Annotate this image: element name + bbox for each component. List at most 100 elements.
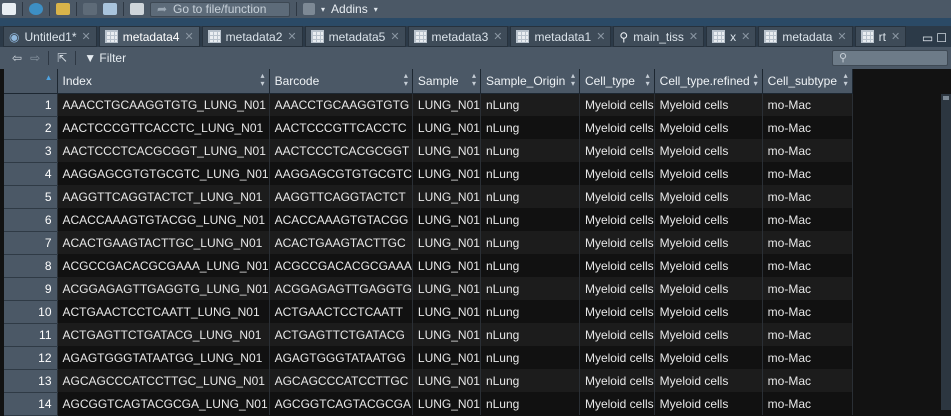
column-header-index[interactable]: Index ▴ ▾ — [57, 69, 270, 94]
tab-metadata2[interactable]: metadata2 ✕ — [201, 26, 303, 47]
table-cell[interactable]: ACGCCGACACGCGAAA — [269, 254, 413, 277]
table-cell[interactable]: mo-Mac — [762, 208, 853, 231]
table-cell[interactable]: mo-Mac — [762, 346, 853, 369]
close-icon[interactable]: ✕ — [596, 30, 605, 43]
sort-icon[interactable]: ▴ ▾ — [646, 72, 650, 88]
column-header-cell-subtype[interactable]: Cell_subtype ▴ ▾ — [762, 69, 853, 94]
table-cell[interactable]: Myeloid cells — [654, 369, 763, 392]
minimize-pane-icon[interactable]: ▭ — [922, 31, 933, 45]
table-cell[interactable]: Myeloid cells — [654, 231, 763, 254]
tab-x[interactable]: x ✕ — [706, 26, 757, 47]
table-cell[interactable]: ACACTGAAGTACTTGC — [269, 231, 413, 254]
table-cell[interactable]: LUNG_N01 — [412, 323, 481, 346]
table-cell[interactable]: Myeloid cells — [579, 300, 655, 323]
tab-metadata[interactable]: metadata ✕ — [758, 26, 853, 47]
table-cell[interactable]: Myeloid cells — [579, 231, 655, 254]
table-cell[interactable]: nLung — [480, 116, 580, 139]
table-cell[interactable]: AGCGGTCAGTACGCGA_LUNG_N01 — [57, 392, 270, 415]
table-cell[interactable]: Myeloid cells — [654, 300, 763, 323]
table-cell[interactable]: LUNG_N01 — [412, 93, 481, 116]
table-cell[interactable]: ACGGAGAGTTGAGGTG_LUNG_N01 — [57, 277, 270, 300]
table-cell[interactable]: Myeloid cells — [579, 162, 655, 185]
table-cell[interactable]: mo-Mac — [762, 254, 853, 277]
table-cell[interactable]: Myeloid cells — [654, 277, 763, 300]
tab-metadata3[interactable]: metadata3 ✕ — [407, 26, 509, 47]
table-cell[interactable]: LUNG_N01 — [412, 346, 481, 369]
table-cell[interactable]: Myeloid cells — [579, 93, 655, 116]
table-cell[interactable]: Myeloid cells — [579, 208, 655, 231]
sort-icon[interactable]: ▴ ▾ — [261, 72, 265, 88]
table-cell[interactable]: nLung — [480, 162, 580, 185]
table-cell[interactable]: AAGGAGCGTGTGCGTC_LUNG_N01 — [57, 162, 270, 185]
table-cell[interactable]: LUNG_N01 — [412, 139, 481, 162]
table-cell[interactable]: LUNG_N01 — [412, 208, 481, 231]
table-cell[interactable]: AACTCCCGTTCACCTC — [269, 116, 413, 139]
table-cell[interactable]: nLung — [480, 346, 580, 369]
close-icon[interactable]: ✕ — [390, 30, 399, 43]
table-cell[interactable]: AAGGTTCAGGTACTCT — [269, 185, 413, 208]
table-cell[interactable]: ACACTGAAGTACTTGC_LUNG_N01 — [57, 231, 270, 254]
filter-button[interactable]: ▼ Filter — [84, 51, 126, 65]
tab-main-tiss[interactable]: ⚲ main_tiss ✕ — [613, 26, 705, 47]
table-cell[interactable]: Myeloid cells — [579, 369, 655, 392]
table-cell[interactable]: nLung — [480, 139, 580, 162]
table-cell[interactable]: Myeloid cells — [654, 208, 763, 231]
column-header-cell-type-refined[interactable]: Cell_type.refined ▴ ▾ — [654, 69, 763, 94]
close-icon[interactable]: ✕ — [837, 30, 846, 43]
close-icon[interactable]: ✕ — [82, 30, 91, 43]
table-cell[interactable]: Myeloid cells — [654, 93, 763, 116]
table-cell[interactable]: LUNG_N01 — [412, 369, 481, 392]
chevron-down-icon[interactable]: ▾ — [374, 5, 378, 14]
table-cell[interactable]: nLung — [480, 369, 580, 392]
table-search-input[interactable]: ⚲ — [832, 50, 948, 66]
table-cell[interactable]: LUNG_N01 — [412, 185, 481, 208]
maximize-pane-icon[interactable]: ☐ — [936, 31, 947, 45]
table-cell[interactable]: ACACCAAAGTGTACGG — [269, 208, 413, 231]
table-cell[interactable]: nLung — [480, 254, 580, 277]
sort-icon[interactable]: ▴ ▾ — [404, 72, 408, 88]
table-cell[interactable]: ACTGAGTTCTGATACG_LUNG_N01 — [57, 323, 270, 346]
table-cell[interactable]: AGCAGCCCATCCTTGC_LUNG_N01 — [57, 369, 270, 392]
table-cell[interactable]: ACTGAACTCCTCAATT_LUNG_N01 — [57, 300, 270, 323]
table-cell[interactable]: Myeloid cells — [654, 116, 763, 139]
table-cell[interactable]: AACTCCCGTTCACCTC_LUNG_N01 — [57, 116, 270, 139]
scroll-up-button[interactable] — [943, 96, 949, 100]
table-cell[interactable]: AAGGTTCAGGTACTCT_LUNG_N01 — [57, 185, 270, 208]
addins-menu[interactable]: Addins — [331, 2, 368, 16]
table-cell[interactable]: LUNG_N01 — [412, 254, 481, 277]
sort-icon[interactable]: ▴ ▾ — [754, 72, 758, 88]
table-cell[interactable]: ACGGAGAGTTGAGGTG — [269, 277, 413, 300]
column-header-sample-origin[interactable]: Sample_Origin ▴ ▾ — [480, 69, 580, 94]
table-cell[interactable]: Myeloid cells — [654, 162, 763, 185]
table-cell[interactable]: mo-Mac — [762, 162, 853, 185]
popout-icon[interactable]: ⇱ — [57, 51, 67, 65]
table-cell[interactable]: LUNG_N01 — [412, 231, 481, 254]
table-cell[interactable]: Myeloid cells — [579, 277, 655, 300]
table-cell[interactable]: Myeloid cells — [579, 139, 655, 162]
table-cell[interactable]: AACTCCCTCACGCGGT — [269, 139, 413, 162]
table-cell[interactable]: mo-Mac — [762, 369, 853, 392]
save-icon[interactable] — [83, 3, 97, 15]
close-icon[interactable]: ✕ — [493, 30, 502, 43]
table-cell[interactable]: mo-Mac — [762, 300, 853, 323]
forward-arrow-icon[interactable]: ⇨ — [30, 51, 40, 65]
table-cell[interactable]: nLung — [480, 93, 580, 116]
table-cell[interactable]: nLung — [480, 392, 580, 415]
table-cell[interactable]: Myeloid cells — [654, 346, 763, 369]
column-header-barcode[interactable]: Barcode ▴ ▾ — [269, 69, 413, 94]
grid-layout-icon[interactable] — [303, 3, 315, 15]
table-cell[interactable]: ACGCCGACACGCGAAA_LUNG_N01 — [57, 254, 270, 277]
print-icon[interactable] — [130, 3, 144, 15]
table-cell[interactable]: mo-Mac — [762, 139, 853, 162]
new-project-icon[interactable] — [29, 3, 43, 15]
table-cell[interactable]: ACTGAACTCCTCAATT — [269, 300, 413, 323]
table-cell[interactable]: Myeloid cells — [579, 116, 655, 139]
new-file-icon[interactable] — [2, 3, 16, 15]
table-cell[interactable]: nLung — [480, 300, 580, 323]
table-cell[interactable]: Myeloid cells — [579, 254, 655, 277]
go-to-file-input[interactable]: Go to file/function — [150, 1, 290, 17]
sort-icon[interactable]: ▴ ▾ — [472, 72, 476, 88]
row-number-header[interactable]: ▲ — [4, 69, 58, 94]
table-cell[interactable]: AAACCTGCAAGGTGTG — [269, 93, 413, 116]
tab-untitled1-[interactable]: ◉ Untitled1* ✕ — [3, 26, 97, 47]
